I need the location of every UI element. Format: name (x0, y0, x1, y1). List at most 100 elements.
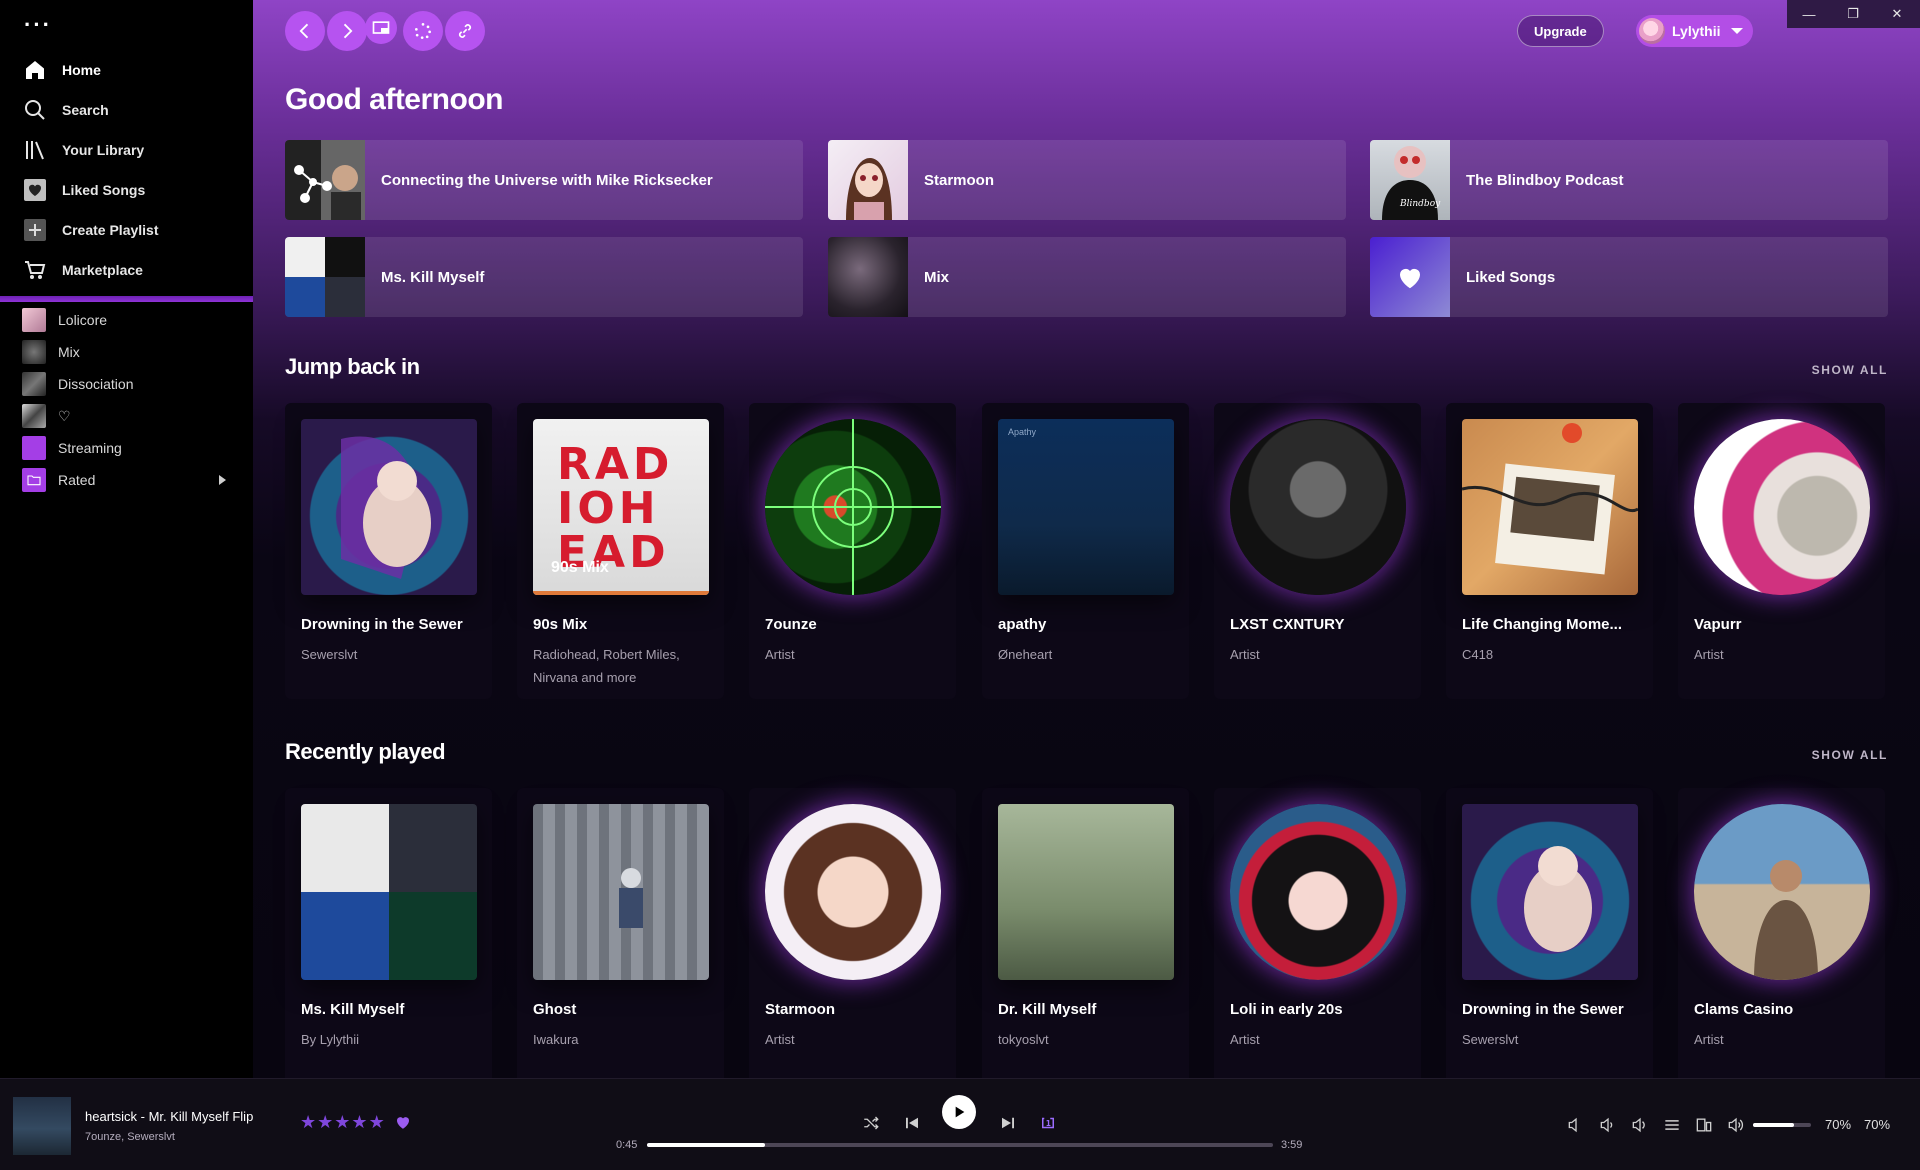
nav-library[interactable]: Your Library (0, 130, 253, 170)
repeat-button[interactable]: 1 (1034, 1109, 1062, 1137)
card[interactable]: Dr. Kill Myself tokyoslvt (982, 788, 1189, 1078)
greeting-heading: Good afternoon (285, 83, 503, 116)
progress-bar[interactable] (647, 1143, 1273, 1147)
star-icon[interactable]: ★ (300, 1112, 316, 1133)
star-icon[interactable]: ★ (334, 1112, 350, 1133)
card[interactable]: Apathy apathy Øneheart (982, 403, 1189, 699)
next-button[interactable] (994, 1109, 1022, 1137)
nav-search[interactable]: Search (0, 90, 253, 130)
chevron-left-icon (299, 23, 309, 39)
playlist-item[interactable]: Streaming (0, 432, 253, 464)
tile-artwork (285, 140, 365, 220)
like-heart-icon[interactable] (394, 1113, 412, 1131)
card[interactable]: LXST CXNTURY Artist (1214, 403, 1421, 699)
tile-artwork (285, 237, 365, 317)
star-rating[interactable]: ★ ★ ★ ★ ★ (300, 1112, 386, 1133)
playlist-thumbnail (22, 308, 46, 332)
star-icon[interactable]: ★ (351, 1112, 367, 1133)
mini-player-button[interactable] (365, 12, 397, 44)
section-title-jump-back-in: Jump back in (285, 354, 420, 379)
playlist-folder[interactable]: Rated (0, 464, 253, 496)
volume-percent-secondary: 70% (1864, 1117, 1891, 1132)
now-playing-title[interactable]: heartsick - Mr. Kill Myself Flip (85, 1109, 253, 1124)
playlist-label: Mix (58, 344, 80, 360)
loading-button[interactable] (403, 11, 443, 51)
show-all-recently-played[interactable]: SHOW ALL (1812, 748, 1888, 762)
upgrade-button[interactable]: Upgrade (1517, 15, 1604, 47)
card[interactable]: Clams Casino Artist (1678, 788, 1885, 1078)
speaker-low-icon[interactable] (1598, 1115, 1618, 1135)
quick-tile[interactable]: Starmoon (828, 140, 1346, 220)
playlist-item[interactable]: Lolicore (0, 304, 253, 336)
shuffle-button[interactable] (857, 1109, 885, 1137)
card-artwork (1462, 804, 1638, 980)
quick-tile[interactable]: Mix (828, 237, 1346, 317)
card[interactable]: Ghost Iwakura (517, 788, 724, 1078)
card[interactable]: Loli in early 20s Artist (1214, 788, 1421, 1078)
more-options-icon[interactable]: ··· (24, 14, 52, 36)
card[interactable]: 7ounze Artist (749, 403, 956, 699)
volume-slider[interactable] (1753, 1123, 1811, 1127)
card-title: 90s Mix (533, 616, 588, 633)
playlist-thumbnail (22, 340, 46, 364)
show-all-jump-back-in[interactable]: SHOW ALL (1812, 363, 1888, 377)
playlist-item[interactable]: ♡ (0, 400, 253, 432)
shuffle-icon (864, 1116, 879, 1130)
player-bar: heartsick - Mr. Kill Myself Flip 7ounze,… (0, 1078, 1920, 1170)
volume-fill (1753, 1123, 1794, 1127)
now-playing-artists[interactable]: 7ounze, Sewerslvt (85, 1131, 175, 1143)
star-icon[interactable]: ★ (317, 1112, 333, 1133)
card[interactable]: Ms. Kill Myself By Lylythii (285, 788, 492, 1078)
quick-tile[interactable]: Connecting the Universe with Mike Rickse… (285, 140, 803, 220)
card[interactable]: RAD IOH EAD 90s Mix 90s Mix Radiohead, R… (517, 403, 724, 699)
nav-marketplace[interactable]: Marketplace (0, 250, 253, 290)
play-icon (955, 1106, 965, 1118)
card-artwork (1462, 419, 1638, 595)
back-button[interactable] (285, 11, 325, 51)
nav-home-label: Home (62, 62, 101, 78)
tile-artwork (828, 237, 908, 317)
nav-create-playlist-label: Create Playlist (62, 222, 159, 238)
duration-time: 3:59 (1281, 1139, 1303, 1151)
forward-button[interactable] (327, 11, 367, 51)
playlist-item[interactable]: Dissociation (0, 368, 253, 400)
speaker-left-icon[interactable] (1566, 1115, 1586, 1135)
close-icon[interactable]: ✕ (1875, 0, 1919, 28)
card[interactable]: Drowning in the Sewer Sewerslvt (1446, 788, 1653, 1078)
card-artwork: RAD IOH EAD 90s Mix (533, 419, 709, 595)
sidebar-nav: Home Search Your Library Liked Songs Cre… (0, 50, 253, 290)
tile-label: Liked Songs (1466, 268, 1556, 286)
devices-icon[interactable] (1694, 1115, 1714, 1135)
minimize-icon[interactable]: — (1787, 0, 1831, 28)
quick-tile[interactable]: Ms. Kill Myself (285, 237, 803, 317)
card-title: apathy (998, 616, 1047, 633)
card-title: 7ounze (765, 616, 817, 633)
queue-icon[interactable] (1662, 1115, 1682, 1135)
playlist-item[interactable]: Mix (0, 336, 253, 368)
link-button[interactable] (445, 11, 485, 51)
card[interactable]: Starmoon Artist (749, 788, 956, 1078)
previous-button[interactable] (898, 1109, 926, 1137)
star-icon[interactable]: ★ (369, 1112, 385, 1133)
volume-icon[interactable] (1726, 1115, 1746, 1135)
play-button[interactable] (942, 1095, 976, 1129)
card[interactable]: Drowning in the Sewer Sewerslvt (285, 403, 492, 699)
chevron-right-icon[interactable] (219, 475, 226, 485)
now-playing-artwork[interactable] (13, 1097, 71, 1155)
quick-tile[interactable]: Liked Songs (1370, 237, 1888, 317)
repeat-one-icon: 1 (1042, 1117, 1054, 1129)
user-menu-button[interactable]: Lylythii (1636, 15, 1753, 47)
restore-icon[interactable]: ❐ (1831, 0, 1875, 28)
card-artwork (998, 804, 1174, 980)
speaker-mid-icon[interactable] (1630, 1115, 1650, 1135)
quick-tile[interactable]: Blindboy The Blindboy Podcast (1370, 140, 1888, 220)
nav-home[interactable]: Home (0, 50, 253, 90)
card[interactable]: Life Changing Mome... C418 (1446, 403, 1653, 699)
nav-create-playlist[interactable]: Create Playlist (0, 210, 253, 250)
card-artwork (1694, 804, 1870, 980)
card-artwork (301, 419, 477, 595)
nav-liked-songs[interactable]: Liked Songs (0, 170, 253, 210)
search-icon (22, 97, 48, 123)
card[interactable]: Vapurr Artist (1678, 403, 1885, 699)
card-subtitle: Sewerslvt (301, 647, 358, 662)
